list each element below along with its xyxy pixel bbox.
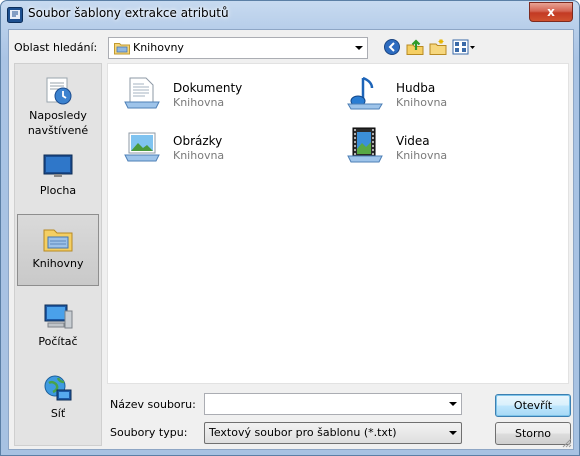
file-type: Knihovna [173, 96, 225, 109]
place-desktop-label: Plocha [39, 184, 77, 197]
cancel-button[interactable]: Storno [495, 422, 571, 445]
look-in-combo[interactable]: Knihovny [108, 37, 368, 59]
file-name: Dokumenty [173, 81, 243, 95]
look-in-label: Oblast hledání: [14, 41, 98, 54]
place-desktop[interactable]: Plocha [17, 141, 99, 203]
filetype-label: Soubory typu: [110, 426, 188, 439]
views-menu-icon[interactable] [452, 38, 476, 56]
videos-library-icon [347, 127, 383, 163]
pictures-library-icon [124, 132, 160, 162]
file-list[interactable]: Dokumenty Knihovna Hudba Knihovna Obrázk… [107, 63, 569, 384]
filename-input[interactable] [204, 393, 462, 415]
places-bar: Naposledy navštívené Plocha Knihovny Poč… [14, 63, 102, 446]
close-button[interactable]: x [529, 2, 573, 22]
file-type: Knihovna [396, 96, 448, 109]
place-recent-label: Naposledy navštívené [27, 109, 89, 137]
window-title: Soubor šablony extrakce atributů [28, 6, 229, 20]
recent-places-icon [46, 77, 72, 105]
file-type: Knihovna [396, 149, 448, 162]
network-icon [44, 375, 72, 401]
desktop-icon [43, 154, 73, 177]
place-libraries-label: Knihovny [32, 257, 84, 270]
file-name: Videa [396, 134, 430, 148]
app-icon [7, 7, 23, 23]
list-item[interactable]: Videa Knihovna [339, 121, 539, 167]
chevron-down-icon[interactable] [449, 431, 457, 435]
file-name: Obrázky [173, 134, 223, 148]
dialog-body: Oblast hledání: Knihovny Naposledy navšt… [8, 29, 574, 450]
list-item[interactable]: Obrázky Knihovna [116, 121, 316, 167]
filename-label: Název souboru: [110, 398, 196, 411]
dialog-window: Soubor šablony extrakce atributů x Oblas… [0, 0, 580, 456]
list-item[interactable]: Hudba Knihovna [339, 68, 539, 114]
chevron-down-icon[interactable] [355, 46, 363, 50]
music-library-icon [347, 76, 383, 110]
libraries-folder-icon [114, 43, 130, 55]
libraries-icon [43, 229, 73, 252]
title-bar[interactable]: Soubor šablony extrakce atributů x [1, 1, 579, 29]
place-recent[interactable]: Naposledy navštívené [17, 66, 99, 138]
filetype-value: Textový soubor pro šablonu (*.txt) [209, 426, 397, 439]
place-libraries[interactable]: Knihovny [17, 214, 99, 286]
file-type: Knihovna [173, 149, 225, 162]
file-name: Hudba [396, 81, 436, 95]
back-icon[interactable] [383, 38, 401, 56]
place-network[interactable]: Síť [17, 364, 99, 436]
look-in-value: Knihovny [133, 41, 184, 54]
resize-grip-icon[interactable] [562, 438, 572, 448]
list-item[interactable]: Dokumenty Knihovna [116, 68, 316, 114]
chevron-down-icon[interactable] [449, 402, 457, 406]
filetype-select[interactable]: Textový soubor pro šablonu (*.txt) [204, 422, 462, 444]
new-folder-icon[interactable] [429, 38, 447, 56]
place-computer-label: Počítač [38, 335, 78, 348]
up-folder-icon[interactable] [406, 38, 424, 56]
documents-library-icon [124, 77, 160, 109]
computer-icon [44, 304, 73, 329]
place-network-label: Síť [50, 407, 66, 420]
open-button[interactable]: Otevřít [495, 394, 571, 417]
place-computer[interactable]: Počítač [17, 292, 99, 364]
